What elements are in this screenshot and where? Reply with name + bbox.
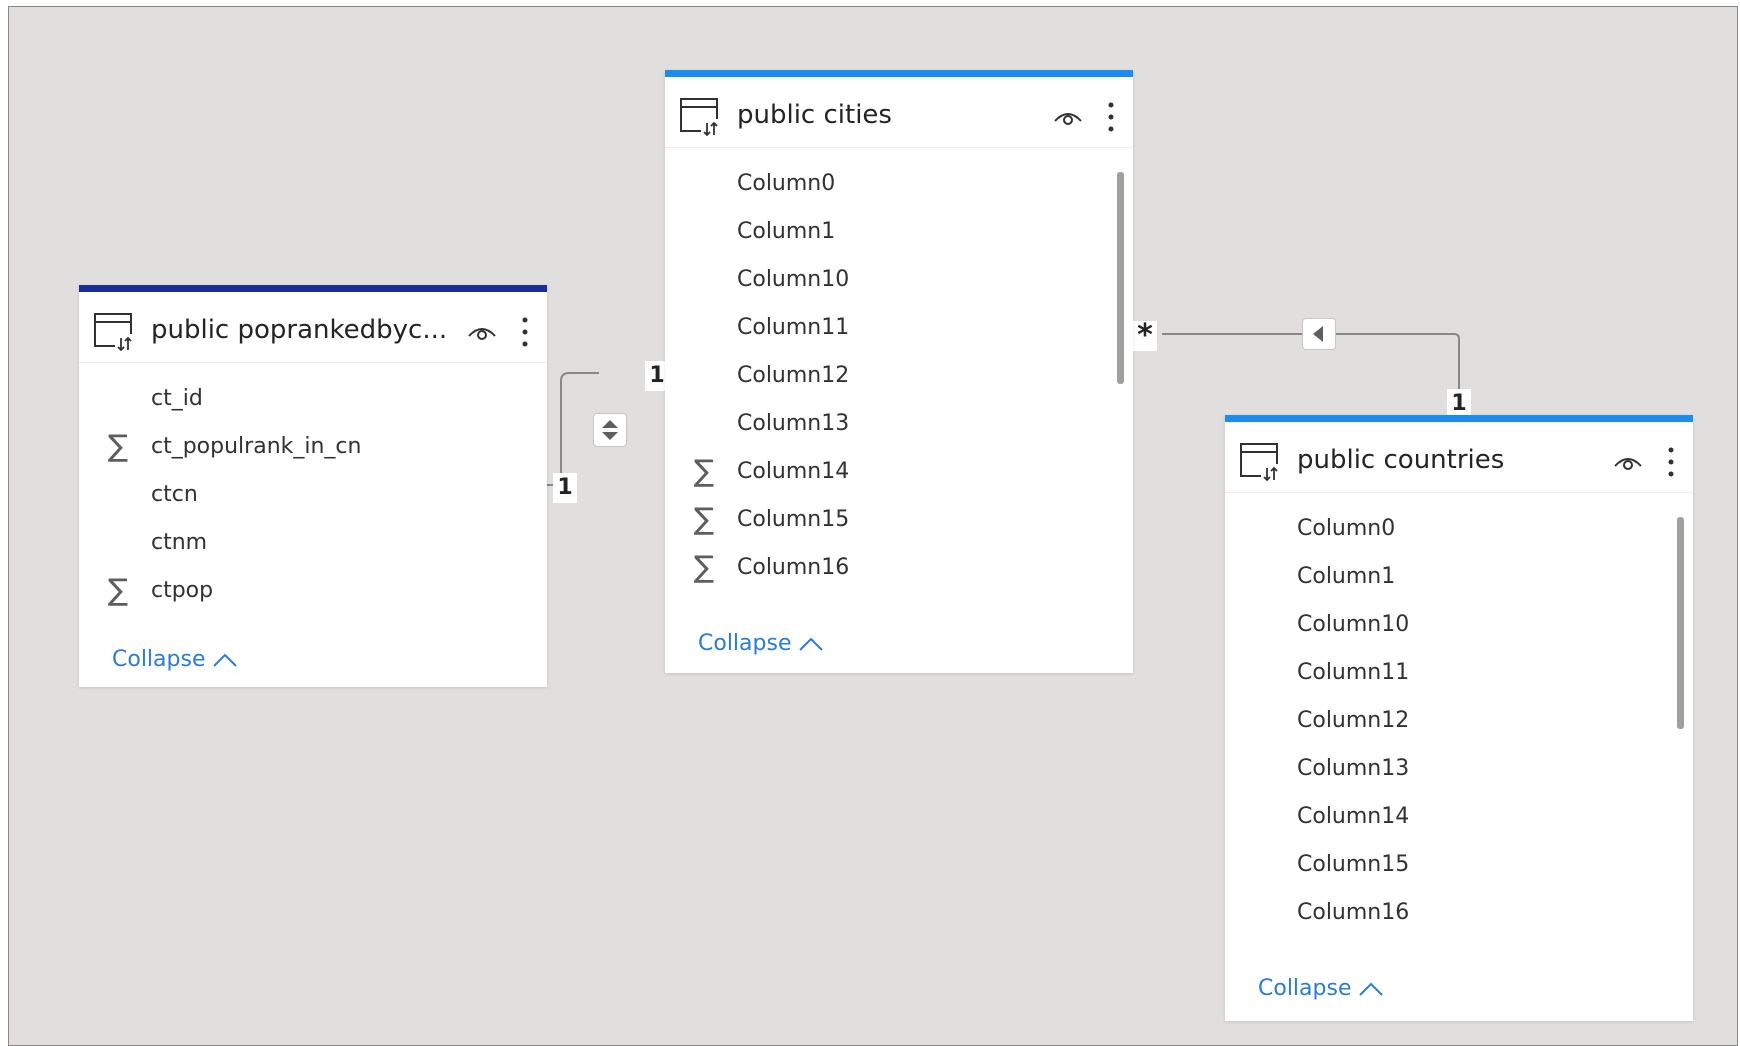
arrow-up-down-icon [602,420,618,440]
table-header[interactable]: public cities [665,77,1133,148]
table-icon [1240,443,1281,482]
relationship-line-poprank-cities [547,372,599,486]
visibility-eye-icon[interactable] [1613,452,1643,472]
field-row[interactable]: Column10 [665,256,1133,304]
field-name: Column13 [1297,756,1410,781]
field-row[interactable]: Column1 [1225,553,1693,601]
field-name: Column15 [1297,852,1410,877]
field-row[interactable]: Column1 [665,208,1133,256]
collapse-link[interactable]: Collapse [112,647,238,672]
field-name: Column16 [1297,900,1410,925]
sum-icon: ∑ [693,502,715,537]
field-row[interactable]: ctcn [79,471,547,519]
field-name: ctnm [151,530,208,555]
field-row[interactable]: Column11 [665,304,1133,352]
more-options-icon[interactable] [519,314,531,350]
field-row[interactable]: Column10 [1225,601,1693,649]
table-icon [680,98,721,137]
field-row[interactable]: Column12 [665,352,1133,400]
cardinality-badge-many: * [1133,321,1157,351]
field-name: Column0 [1297,516,1396,541]
collapse-label: Collapse [698,631,792,656]
table-card-poprankedbyc[interactable]: public poprankedbyc... ct_id ∑ ct_populran… [79,285,547,687]
single-direction-filter-icon[interactable] [1302,318,1336,350]
collapse-label: Collapse [112,647,206,672]
field-name: Column11 [737,315,850,340]
arrow-left-icon [1313,326,1323,342]
field-name: Column1 [737,219,836,244]
field-row[interactable]: ctnm [79,519,547,567]
field-row[interactable]: ∑ ct_populrank_in_cn [79,423,547,471]
collapse-link[interactable]: Collapse [698,631,824,656]
field-row[interactable]: ct_id [79,375,547,423]
field-name: Column14 [1297,804,1410,829]
visibility-eye-icon[interactable] [1053,107,1083,127]
field-name: ct_id [151,386,203,411]
model-canvas[interactable]: 1 1 * 1 public poprankedbyc... ct_id ∑ c… [8,6,1738,1046]
field-name: ct_populrank_in_cn [151,434,362,459]
table-accent-bar [79,285,547,292]
table-card-cities[interactable]: public cities Column0 Column1 Column10 Colu… [665,70,1133,673]
field-name: Column11 [1297,660,1410,685]
chevron-up-icon [212,653,237,667]
field-row[interactable]: Column15 [1225,841,1693,889]
field-name: Column16 [737,555,850,580]
field-name: Column10 [1297,612,1410,637]
more-options-icon[interactable] [1665,444,1677,480]
sum-icon: ∑ [693,550,715,585]
field-row[interactable]: ∑ Column15 [665,496,1133,544]
field-name: Column1 [1297,564,1396,589]
table-title: public countries [1297,445,1505,475]
field-name: Column12 [1297,708,1410,733]
table-header[interactable]: public countries [1225,422,1693,493]
field-row[interactable]: Column14 [1225,793,1693,841]
chevron-up-icon [798,637,823,651]
collapse-link[interactable]: Collapse [1258,976,1384,1001]
field-row[interactable]: Column16 [1225,889,1693,937]
chevron-up-icon [1358,982,1383,996]
field-list: Column0 Column1 Column10 Column11 Column12 Co… [665,160,1133,592]
sum-icon: ∑ [107,573,129,608]
visibility-eye-icon[interactable] [467,322,497,342]
table-card-countries[interactable]: public countries Column0 Column1 Column10 C… [1225,415,1693,1021]
collapse-label: Collapse [1258,976,1352,1001]
more-options-icon[interactable] [1105,99,1117,135]
field-name: Column14 [737,459,850,484]
field-name: Column10 [737,267,850,292]
field-row[interactable]: Column13 [1225,745,1693,793]
bidirectional-filter-icon[interactable] [593,413,627,447]
table-accent-bar [665,70,1133,77]
field-list: ct_id ∑ ct_populrank_in_cnctcn ctnm ∑ ctpop [79,375,547,615]
field-name: Column13 [737,411,850,436]
table-title: public poprankedbyc... [151,315,448,345]
table-accent-bar [1225,415,1693,422]
field-row[interactable]: Column13 [665,400,1133,448]
table-title: public cities [737,100,892,130]
field-list: Column0 Column1 Column10 Column11 Column12 Co… [1225,505,1693,937]
field-row[interactable]: Column0 [1225,505,1693,553]
field-row[interactable]: Column0 [665,160,1133,208]
sum-icon: ∑ [107,429,129,464]
field-row[interactable]: ∑ Column14 [665,448,1133,496]
table-header[interactable]: public poprankedbyc... [79,292,547,363]
field-row[interactable]: Column12 [1225,697,1693,745]
field-name: ctcn [151,482,198,507]
field-name: Column15 [737,507,850,532]
field-name: Column0 [737,171,836,196]
sum-icon: ∑ [693,454,715,489]
field-row[interactable]: ∑ Column16 [665,544,1133,592]
field-name: Column12 [737,363,850,388]
field-row[interactable]: ∑ ctpop [79,567,547,615]
field-name: ctpop [151,578,214,603]
table-icon [94,313,135,352]
cardinality-badge-one: 1 [553,473,577,503]
field-row[interactable]: Column11 [1225,649,1693,697]
